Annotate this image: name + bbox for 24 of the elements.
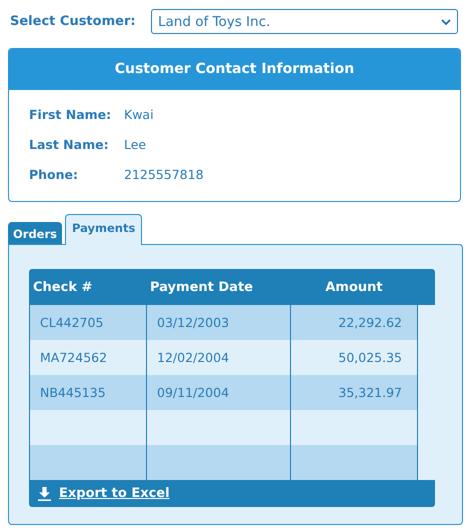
tab[interactable]: Payments — [65, 214, 142, 245]
field-label: Phone: — [29, 166, 80, 182]
field-value: Kwai — [124, 106, 154, 122]
column-header: Payment Date — [149, 280, 254, 294]
tab[interactable]: Orders — [8, 222, 62, 244]
field-label: Last Name: — [29, 136, 110, 152]
field-label: First Name: — [29, 106, 112, 122]
customer-dropdown[interactable]: Land of Toys Inc. — [151, 9, 458, 34]
table-cell: CL442705 — [29, 305, 146, 340]
table-cell: 35,321.97 — [290, 375, 418, 410]
export-link[interactable]: Export to Excel — [38, 486, 170, 501]
field-value: 2125557818 — [124, 166, 204, 182]
card-header: Customer Contact Information — [9, 49, 460, 90]
field-label: Select Customer: — [9, 14, 137, 29]
download-icon — [38, 486, 51, 500]
table-cell: 09/11/2004 — [146, 375, 290, 410]
field-value: Lee — [124, 136, 146, 152]
table-cell: 03/12/2003 — [146, 305, 290, 340]
table-cell: NB445135 — [29, 375, 146, 410]
column-header: Amount — [324, 280, 384, 294]
column-header: Check # — [32, 280, 94, 294]
table-cell: 50,025.35 — [290, 340, 418, 375]
caret-icon — [441, 18, 451, 24]
table-cell: 22,292.62 — [290, 305, 418, 340]
